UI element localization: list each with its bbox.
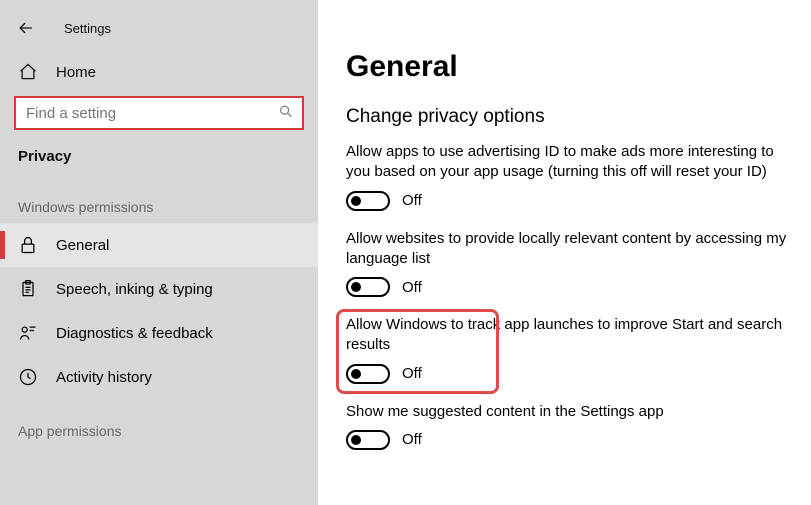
clipboard-icon: [18, 279, 38, 299]
nav-general[interactable]: General: [0, 223, 318, 267]
toggle-advertising-id[interactable]: [346, 191, 390, 211]
setting-desc: Allow Windows to track app launches to i…: [346, 315, 789, 356]
setting-desc: Allow websites to provide locally releva…: [346, 229, 789, 270]
section-heading: Privacy: [0, 144, 318, 175]
lock-icon: [18, 235, 38, 255]
nav-activity[interactable]: Activity history: [0, 355, 318, 399]
nav-speech[interactable]: Speech, inking & typing: [0, 267, 318, 311]
toggle-state: Off: [402, 431, 422, 448]
toggle-track-launches[interactable]: [346, 364, 390, 384]
nav-label: General: [56, 237, 109, 254]
setting-suggested-content: Show me suggested content in the Setting…: [346, 402, 789, 450]
page-title: General: [346, 50, 789, 84]
setting-desc: Allow apps to use advertising ID to make…: [346, 142, 789, 183]
back-button[interactable]: [12, 14, 40, 42]
setting-track-launches: Allow Windows to track app launches to i…: [346, 315, 789, 384]
feedback-icon: [18, 323, 38, 343]
setting-language-list: Allow websites to provide locally releva…: [346, 229, 789, 298]
nav-label: Activity history: [56, 369, 152, 386]
setting-advertising-id: Allow apps to use advertising ID to make…: [346, 142, 789, 211]
setting-desc: Show me suggested content in the Setting…: [346, 402, 789, 422]
toggle-language-list[interactable]: [346, 277, 390, 297]
toggle-suggested-content[interactable]: [346, 430, 390, 450]
toggle-state: Off: [402, 192, 422, 209]
search-icon: [278, 104, 294, 123]
search-input[interactable]: [14, 96, 304, 130]
window-title: Settings: [64, 21, 111, 36]
category-windows-permissions: Windows permissions: [0, 175, 318, 223]
toggle-state: Off: [402, 365, 422, 382]
nav-label: Diagnostics & feedback: [56, 325, 213, 342]
page-subheading: Change privacy options: [346, 106, 789, 128]
history-icon: [18, 367, 38, 387]
nav-label: Speech, inking & typing: [56, 281, 213, 298]
nav-diagnostics[interactable]: Diagnostics & feedback: [0, 311, 318, 355]
home-label: Home: [56, 64, 96, 81]
toggle-state: Off: [402, 279, 422, 296]
home-icon: [18, 62, 38, 82]
category-app-permissions: App permissions: [0, 399, 318, 447]
home-nav[interactable]: Home: [0, 56, 318, 92]
